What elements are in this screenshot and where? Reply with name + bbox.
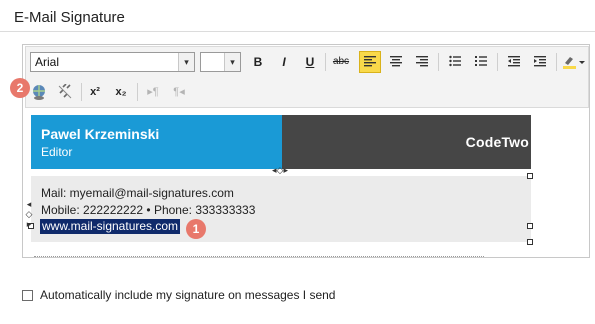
align-right-icon (416, 56, 428, 67)
signature-role: Editor (41, 145, 73, 159)
numbered-list-button[interactable] (470, 51, 492, 73)
toolbar-separator (137, 83, 138, 101)
resize-handle[interactable] (527, 239, 533, 245)
auto-include-label[interactable]: Automatically include my signature on me… (40, 288, 335, 302)
insert-link-button[interactable] (28, 81, 50, 103)
globe-link-icon (33, 85, 45, 100)
highlighter-icon (563, 57, 585, 69)
remove-link-button[interactable] (54, 81, 76, 103)
bold-button[interactable]: B (247, 51, 269, 73)
font-family-value: Arial (35, 55, 60, 69)
underline-button[interactable]: U (299, 51, 321, 73)
signature-phone: Mobile: 222222222 • Phone: 333333333 (41, 203, 256, 217)
outdent-button[interactable] (503, 51, 525, 73)
align-left-icon (364, 56, 376, 67)
align-right-button[interactable] (411, 51, 433, 73)
font-size-select[interactable]: ▾ (200, 52, 241, 72)
editor-status-divider (34, 256, 484, 257)
auto-include-checkbox[interactable] (22, 289, 33, 301)
highlight-color-button[interactable] (559, 51, 589, 73)
title-divider (0, 31, 595, 32)
toolbar-separator (81, 83, 82, 101)
unlink-icon (58, 83, 72, 99)
signature-url[interactable]: www.mail-signatures.com (40, 219, 181, 234)
bullet-list-icon (449, 55, 461, 67)
outdent-icon (508, 56, 520, 67)
align-center-button[interactable] (385, 51, 407, 73)
align-center-icon (390, 56, 402, 67)
subscript-button[interactable]: x₂ (110, 81, 132, 103)
toolbar-separator (556, 53, 557, 71)
editor-toolbar: Arial ▾ ▾ B I U abc x² x₂ ▸¶ ¶◂ (25, 46, 589, 108)
resize-horizontal-icon[interactable]: ◂◇▸ (272, 165, 288, 176)
signature-header-blue (31, 115, 282, 169)
signature-name: Pawel Krzeminski (41, 126, 160, 142)
step-marker-1: 1 (186, 219, 206, 239)
auto-include-row: Automatically include my signature on me… (22, 288, 335, 302)
signature-brand: CodeTwo (465, 134, 529, 150)
chevron-down-icon: ▾ (224, 53, 240, 71)
chevron-down-icon: ▾ (178, 53, 194, 71)
superscript-button[interactable]: x² (84, 81, 106, 103)
italic-button[interactable]: I (273, 51, 295, 73)
step-marker-2: 2 (10, 78, 30, 98)
toolbar-separator (497, 53, 498, 71)
indent-button[interactable] (529, 51, 551, 73)
rtl-direction-button[interactable]: ¶◂ (168, 81, 190, 103)
bullet-list-button[interactable] (444, 51, 466, 73)
strikethrough-button[interactable]: abc (330, 51, 352, 73)
resize-handle[interactable] (527, 223, 533, 229)
signature-mail: Mail: myemail@mail-signatures.com (41, 186, 234, 200)
ltr-direction-button[interactable]: ▸¶ (142, 81, 164, 103)
resize-handle[interactable] (527, 173, 533, 179)
font-family-select[interactable]: Arial ▾ (30, 52, 195, 72)
section-title: E-Mail Signature (14, 9, 125, 26)
toolbar-separator (438, 53, 439, 71)
resize-vertical-icon[interactable]: ◂◇▸ (25, 200, 35, 230)
indent-icon (534, 56, 546, 67)
numbered-list-icon (475, 56, 487, 66)
align-left-button[interactable] (359, 51, 381, 73)
toolbar-separator (325, 53, 326, 71)
